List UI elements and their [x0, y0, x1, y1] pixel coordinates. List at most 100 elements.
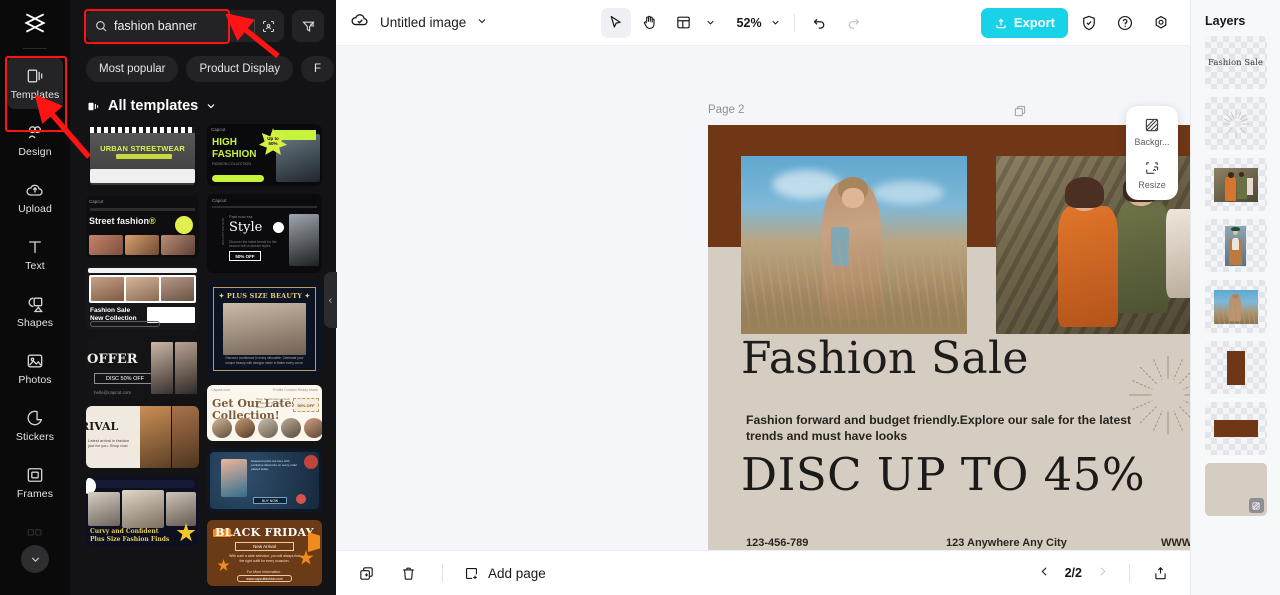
template-card[interactable]: Curvy and Confident Plus Size Fashion Fin… [86, 476, 200, 546]
layer-thumbnail-text: Fashion Sale [1208, 57, 1263, 68]
template-card[interactable]: URBAN STREETWEAR [86, 124, 200, 188]
rail-collapse-button[interactable] [21, 545, 49, 573]
filter-button[interactable] [292, 10, 324, 42]
layer-item-field-model[interactable] [1204, 280, 1267, 333]
delete-page-button[interactable] [394, 559, 422, 587]
sidebar-item-text[interactable]: Text [7, 228, 63, 280]
sidebar-item-frames[interactable]: Frames [7, 456, 63, 508]
chevron-down-icon [772, 20, 779, 25]
chip-product-display[interactable]: Product Display [186, 56, 294, 82]
layer-thumbnail-image [1225, 225, 1246, 266]
page-label: Page 2 [708, 104, 745, 116]
hand-tool-button[interactable] [635, 8, 665, 38]
design-footer-phone[interactable]: 123-456-789 [746, 537, 946, 549]
layer-item-brown-horizontal[interactable] [1204, 402, 1267, 455]
layout-chevron-button[interactable] [703, 8, 719, 38]
search-input[interactable]: fashion banner [86, 10, 284, 42]
sidebar-item-design[interactable]: Design [7, 114, 63, 166]
layers-list: Fashion Sale [1204, 36, 1267, 516]
next-page-button[interactable] [1096, 565, 1109, 581]
sidebar-item-label: Stickers [15, 430, 55, 443]
undo-button[interactable] [805, 8, 835, 38]
panel-collapse-handle[interactable] [324, 272, 337, 328]
chevron-down-icon [707, 20, 714, 25]
text-icon [29, 241, 41, 253]
template-card[interactable]: . OFFER DISC 50% OFF hello@capcut.com [86, 338, 200, 398]
templates-column-right: Capcut HIGH FASHION FASHION COLLECTION Up… [207, 124, 322, 595]
chevron-down-icon [478, 18, 486, 23]
canvas-tools: 52% [498, 7, 971, 38]
chevron-down-icon [31, 556, 39, 562]
document-title[interactable]: Untitled image [380, 15, 466, 30]
shield-button[interactable] [1074, 8, 1104, 38]
design-title[interactable]: Fashion Sale [741, 337, 1029, 381]
layer-item-orange-coat[interactable] [1204, 219, 1267, 272]
layout-tool-button[interactable] [669, 8, 699, 38]
template-card[interactable]: Fashion Sale New Collection [86, 266, 200, 330]
clear-search-icon[interactable] [236, 20, 248, 32]
photo-field-model[interactable] [741, 156, 967, 334]
undo-icon [813, 18, 825, 29]
resize-tool-label: Resize [1138, 180, 1166, 190]
capcut-logo[interactable] [0, 0, 70, 46]
template-card[interactable]: Capcut Street fashion® [86, 196, 200, 258]
chevron-left-icon [1041, 567, 1047, 576]
background-icon [1145, 118, 1159, 132]
template-card[interactable]: Seasonal picks are here with exclusive d… [207, 449, 322, 512]
design-footer-website[interactable]: WWW.CAPCUT [1161, 537, 1190, 549]
duplicate-page-button[interactable] [352, 559, 380, 587]
layer-item-text-fashion-sale[interactable]: Fashion Sale [1204, 36, 1267, 89]
zoom-level[interactable]: 52% [735, 16, 764, 30]
prev-page-button[interactable] [1038, 565, 1051, 581]
sidebar-item-templates[interactable]: Templates [7, 57, 63, 109]
chevron-right-icon [1100, 567, 1106, 576]
layer-item-sunburst[interactable] [1204, 97, 1267, 150]
export-button[interactable]: Export [980, 7, 1068, 38]
resize-icon [1146, 162, 1159, 174]
duplicate-page-icon[interactable] [1013, 104, 1027, 123]
settings-button[interactable] [1146, 8, 1176, 38]
layers-title: Layers [1205, 14, 1246, 28]
layer-item-brown-vertical[interactable] [1204, 341, 1267, 394]
template-card[interactable]: Capcut.com Profile Contact Ready Made Ge… [207, 385, 322, 441]
sidebar-item-shapes[interactable]: Shapes [7, 285, 63, 337]
sidebar-item-photos[interactable]: Photos [7, 342, 63, 394]
filter-chip-row: Most popular Product Display F [70, 48, 336, 90]
design-headline[interactable]: DISC UP TO 45% [741, 452, 1145, 497]
template-card[interactable]: ✦ PLUS SIZE BEAUTY ✦ Discover confidence… [207, 281, 322, 377]
filter-icon [301, 21, 315, 32]
layer-item-background[interactable] [1204, 463, 1267, 516]
layer-item-two-models[interactable] [1204, 158, 1267, 211]
chip-overflow[interactable]: F [301, 56, 335, 82]
document-title-chevron[interactable] [476, 14, 488, 32]
select-tool-button[interactable] [600, 7, 631, 38]
sidebar-item-stickers[interactable]: Stickers [7, 399, 63, 451]
sidebar-item-label: Design [18, 145, 52, 158]
bottom-toolbar: Add page 2/2 [336, 550, 1190, 595]
image-search-icon[interactable] [261, 19, 276, 34]
layers-panel: Layers Fashion Sale [1190, 0, 1280, 595]
capcut-editor-window: Templates Design Upload Text Shapes Phot… [0, 0, 1280, 595]
redo-button[interactable] [839, 8, 869, 38]
help-button[interactable] [1110, 8, 1140, 38]
canvas-area[interactable]: Page 2 Fashion Sale Fashion forward and … [336, 46, 1190, 550]
resize-tool-button[interactable]: Resize [1138, 159, 1166, 190]
design-footer-address[interactable]: 123 Anywhere Any City [946, 537, 1161, 549]
background-tool-button[interactable]: Backgr... [1134, 116, 1170, 147]
template-card[interactable]: RIVAL Latest arrival in fashion just for… [86, 406, 200, 468]
page-navigation: 2/2 [1038, 559, 1174, 587]
layer-thumbnail-shape [1226, 350, 1245, 385]
template-card[interactable]: BLACK FRIDAY New Arrival With such a wid… [207, 520, 322, 586]
design-subtitle[interactable]: Fashion forward and budget friendly.Expl… [746, 412, 1146, 445]
template-card[interactable]: Capcut HIGH FASHION FASHION COLLECTION Up… [207, 124, 322, 186]
sidebar-item-upload[interactable]: Upload [7, 171, 63, 223]
add-page-button[interactable]: Add page [463, 565, 546, 582]
export-upload-icon [996, 18, 1006, 28]
all-templates-dropdown[interactable]: All templates [70, 90, 336, 124]
template-card[interactable]: Capcut Past now era Style Discover the l… [207, 194, 322, 273]
zoom-chevron-button[interactable] [768, 8, 784, 38]
export-page-button[interactable] [1146, 559, 1174, 587]
design-artboard[interactable]: Fashion Sale Fashion forward and budget … [708, 125, 1190, 550]
chip-most-popular[interactable]: Most popular [86, 56, 179, 82]
add-page-label: Add page [488, 565, 546, 581]
